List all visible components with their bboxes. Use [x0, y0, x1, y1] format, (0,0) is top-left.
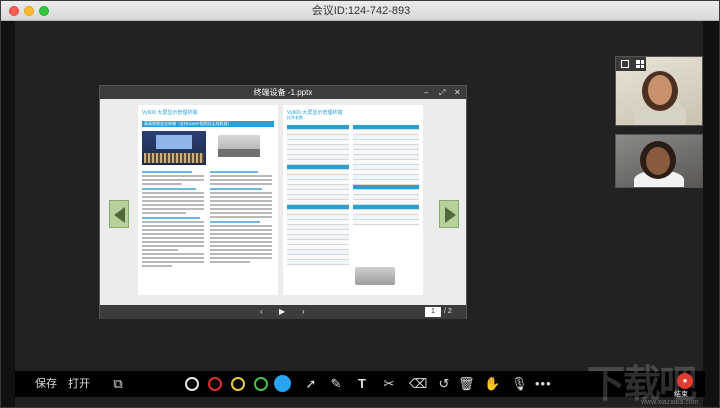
- arrow-left-icon: [114, 207, 125, 223]
- text-tool-icon[interactable]: T: [354, 376, 370, 392]
- viewer-title-bar: 终端设备 -1.pptx – ⤢ ✕: [100, 86, 466, 99]
- copy-icon[interactable]: ⧉: [110, 376, 126, 392]
- pen-color-red[interactable]: [208, 377, 222, 391]
- end-record-label: 结束: [674, 391, 688, 398]
- photo-audience: [144, 153, 204, 163]
- undo-icon[interactable]: ↺: [436, 376, 452, 392]
- open-button[interactable]: 打开: [68, 371, 90, 397]
- viewer-maximize-icon[interactable]: ⤢: [439, 87, 445, 98]
- page-subheading: 技术参数: [287, 115, 303, 120]
- text-column-right: [210, 171, 272, 265]
- slide-area: Vy600 大屏显示管理终端 高清视频会议终端（支持1080P视频及无线投屏）: [100, 99, 466, 307]
- participant-face: [648, 75, 672, 105]
- page-heading: Vy600 大屏显示管理终端: [142, 110, 198, 116]
- document-title: 终端设备 -1.pptx: [253, 88, 313, 97]
- document-page-right: Vy600 大屏显示管理终端 技术参数: [283, 105, 423, 295]
- play-icon[interactable]: ▶: [279, 305, 285, 319]
- photo-screen: [156, 135, 192, 149]
- prev-page-icon[interactable]: ‹: [260, 305, 263, 319]
- viewer-footer: ‹ ▶ › 1 / 2: [100, 305, 466, 319]
- page-number-input[interactable]: 1: [425, 307, 441, 317]
- participant-face: [646, 147, 670, 175]
- title-bar: 会议ID:124-742-893: [1, 1, 719, 21]
- document-page-left: Vy600 大屏显示管理终端 高清视频会议终端（支持1080P视频及无线投屏）: [138, 105, 278, 295]
- meeting-id-title: 会议ID:124-742-893: [311, 5, 411, 17]
- page-subheading: 高清视频会议终端（支持1080P视频及无线投屏）: [144, 121, 232, 126]
- watermark-url: www.xiazaiba.com: [641, 399, 699, 406]
- product-image: [218, 135, 260, 157]
- right-border: [703, 21, 719, 407]
- spec-table-right: [353, 125, 419, 225]
- device-front: [218, 149, 260, 157]
- viewer-minimize-icon[interactable]: –: [424, 87, 428, 98]
- trash-icon[interactable]: 🗑: [458, 376, 475, 392]
- pen-color-white[interactable]: [185, 377, 199, 391]
- grid-layout-icon: [636, 60, 644, 68]
- microphone-icon[interactable]: 🎙: [511, 376, 528, 392]
- next-page-icon[interactable]: ›: [302, 305, 305, 319]
- arrow-right-icon: [445, 207, 456, 223]
- conference-photo: [142, 131, 206, 165]
- pen-color-yellow[interactable]: [231, 377, 245, 391]
- pen-color-green[interactable]: [254, 377, 268, 391]
- pen-color-blue[interactable]: [274, 375, 291, 392]
- left-border: [1, 21, 15, 407]
- page-total: / 2: [444, 308, 452, 315]
- highlighter-icon[interactable]: ✎: [328, 376, 344, 392]
- pointer-icon[interactable]: ➚: [303, 376, 319, 392]
- more-icon[interactable]: •••: [535, 376, 551, 392]
- previous-slide-button[interactable]: [109, 200, 129, 228]
- product-image-small: [355, 267, 395, 285]
- save-button[interactable]: 保存: [35, 371, 57, 397]
- shared-document-viewer: 终端设备 -1.pptx – ⤢ ✕ Vy600 大屏显示管理终端 高清视频会议…: [99, 85, 467, 319]
- tile-icon: [621, 60, 629, 68]
- text-column-left: [142, 171, 204, 269]
- participant-video-2[interactable]: [615, 134, 703, 188]
- scissors-icon[interactable]: ✂: [381, 376, 397, 392]
- meeting-window: 会议ID:124-742-893 终端设备 -1.pptx – ⤢ ✕ Vy60…: [0, 0, 720, 408]
- next-slide-button[interactable]: [439, 200, 459, 228]
- viewer-close-icon[interactable]: ✕: [454, 87, 461, 98]
- eraser-icon[interactable]: ⌫: [409, 376, 427, 392]
- video-layout-tag[interactable]: [616, 57, 646, 71]
- spec-table-left: [287, 125, 349, 265]
- end-record-button[interactable]: ●: [677, 373, 693, 389]
- hand-icon[interactable]: ✋: [484, 376, 500, 392]
- participant-video-1[interactable]: [615, 56, 703, 126]
